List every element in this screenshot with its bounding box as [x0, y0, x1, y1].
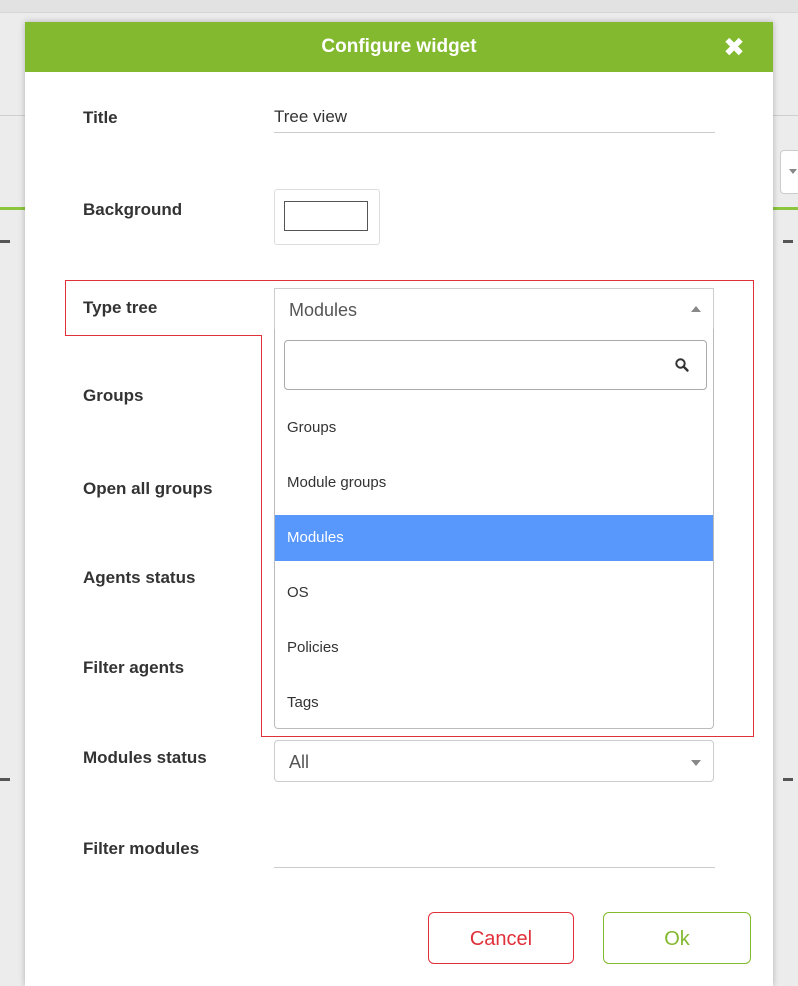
dropdown-option-os[interactable]: OS: [275, 570, 713, 616]
ok-button[interactable]: Ok: [603, 912, 751, 964]
highlight-frame-inner-left: [261, 335, 262, 736]
highlight-frame-left: [65, 280, 66, 335]
type-tree-label: Type tree: [83, 298, 158, 317]
configure-widget-dialog: Configure widget ✖ Title Background Type…: [25, 22, 773, 986]
background-divider: [0, 115, 25, 116]
background-label: Background: [83, 200, 183, 219]
highlight-frame-step: [65, 335, 261, 336]
open-all-groups-label: Open all groups: [83, 479, 213, 498]
background-dash: [783, 240, 793, 243]
dialog-title: Configure widget: [321, 36, 477, 57]
modules-status-select[interactable]: All: [274, 740, 714, 782]
background-dash: [0, 240, 10, 243]
close-icon[interactable]: ✖: [721, 34, 747, 60]
chevron-down-icon: [691, 760, 701, 766]
background-top-bar: [0, 0, 798, 13]
background-dash: [0, 778, 10, 781]
highlight-frame-right: [753, 280, 754, 737]
highlight-frame-top: [65, 280, 753, 281]
background-divider: [773, 115, 798, 116]
search-icon: [675, 358, 689, 372]
background-select: [780, 150, 798, 194]
type-tree-selected-value: Modules: [289, 300, 358, 320]
filter-modules-label: Filter modules: [83, 839, 200, 858]
dropdown-search-input[interactable]: [291, 349, 665, 383]
dropdown-option-module-groups[interactable]: Module groups: [275, 460, 713, 506]
dropdown-search-box[interactable]: [284, 340, 707, 390]
modules-status-label: Modules status: [83, 748, 207, 767]
background-dash: [783, 778, 793, 781]
type-tree-select[interactable]: Modules: [274, 288, 714, 330]
filter-agents-label: Filter agents: [83, 658, 185, 677]
cancel-button[interactable]: Cancel: [428, 912, 574, 964]
agents-status-label: Agents status: [83, 568, 196, 587]
dropdown-option-modules[interactable]: Modules: [275, 515, 713, 561]
title-input[interactable]: [274, 102, 715, 133]
chevron-up-icon: [691, 306, 701, 312]
modules-status-selected-value: All: [289, 752, 310, 772]
background-color-picker[interactable]: [274, 189, 380, 245]
background-green-rule: [773, 207, 798, 210]
dropdown-option-tags[interactable]: Tags: [275, 680, 713, 726]
background-green-rule: [0, 207, 25, 210]
dropdown-option-groups[interactable]: Groups: [275, 405, 713, 451]
dialog-titlebar: Configure widget ✖: [25, 22, 773, 72]
groups-label: Groups: [83, 386, 144, 405]
dropdown-option-policies[interactable]: Policies: [275, 625, 713, 671]
title-label: Title: [83, 108, 118, 127]
filter-modules-input[interactable]: [274, 837, 715, 868]
type-tree-dropdown: Groups Module groups Modules OS Policies…: [274, 329, 714, 729]
background-color-swatch: [284, 201, 368, 231]
highlight-frame-bottom: [261, 736, 753, 737]
